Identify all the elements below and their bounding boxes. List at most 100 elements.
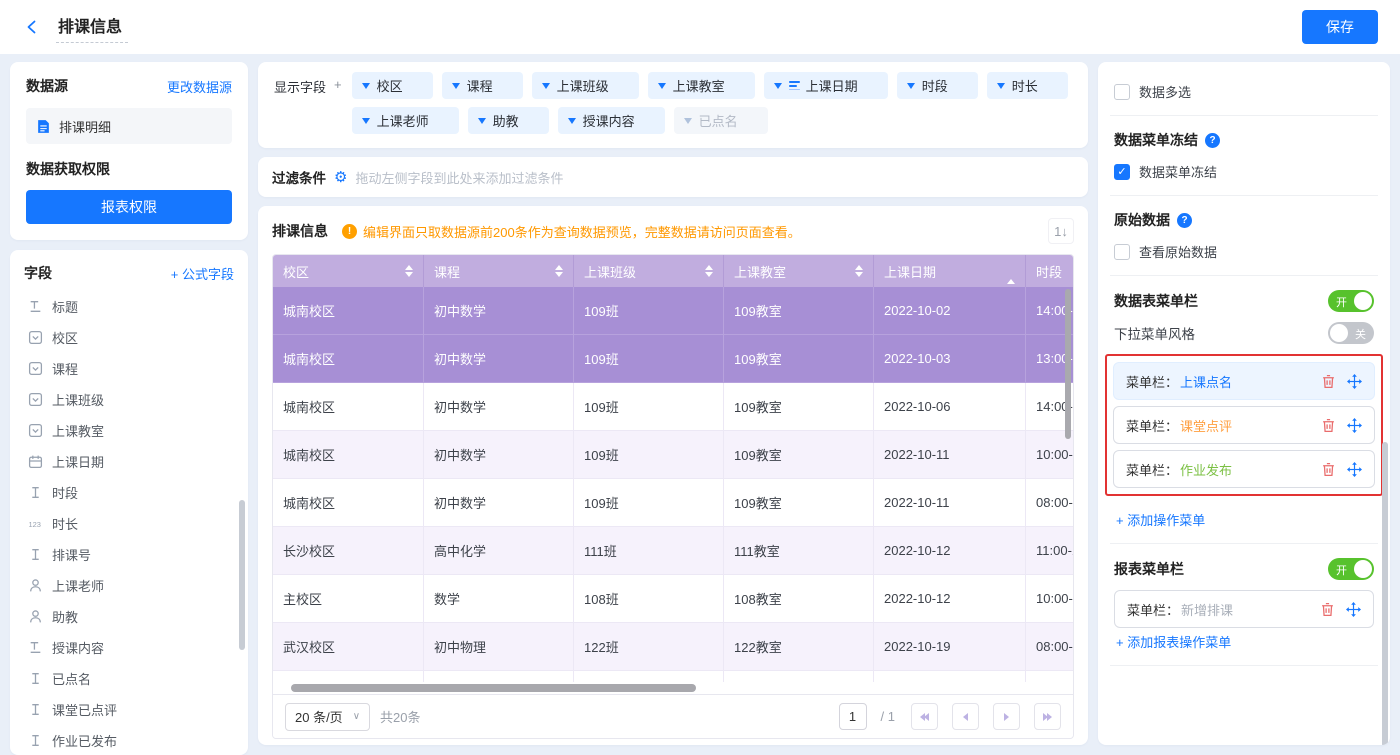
last-page-button[interactable]: [1034, 703, 1061, 730]
table-row[interactable]: 城南校区初中数学109班109教室2022-10-1108:00-0: [273, 479, 1073, 527]
table-row[interactable]: 城南校区初中数学109班109教室2022-10-1110:00-1: [273, 431, 1073, 479]
add-action-menu-link[interactable]: + 添加操作菜单: [1116, 510, 1205, 529]
menu-bar-item-prefix: 菜单栏：: [1127, 600, 1179, 619]
field-item[interactable]: 时段: [24, 477, 234, 508]
field-item[interactable]: 上课班级: [24, 384, 234, 415]
delete-icon[interactable]: [1321, 374, 1336, 389]
field-item-label: 已点名: [52, 669, 91, 688]
display-field-chip[interactable]: 上课日期: [764, 72, 888, 99]
change-datasource-link[interactable]: 更改数据源: [167, 77, 232, 96]
menu-freeze-option[interactable]: 数据菜单冻结: [1114, 162, 1374, 181]
add-display-field-button[interactable]: +: [334, 77, 342, 142]
display-field-chip[interactable]: 时长: [987, 72, 1068, 99]
datasource-item[interactable]: 排课明细: [26, 108, 232, 144]
raw-data-option[interactable]: 查看原始数据: [1114, 242, 1374, 261]
delete-icon[interactable]: [1321, 418, 1336, 433]
checkbox-unchecked-icon[interactable]: [1114, 244, 1130, 260]
report-menu-toggle[interactable]: 开: [1328, 558, 1374, 580]
display-field-chip[interactable]: 上课教室: [648, 72, 755, 99]
data-menu-toggle[interactable]: 开: [1328, 290, 1374, 312]
column-header[interactable]: 上课教室: [724, 255, 874, 287]
column-header[interactable]: 上课班级: [574, 255, 724, 287]
sort-icon[interactable]: [705, 265, 713, 277]
gear-icon[interactable]: ⚙: [334, 170, 347, 185]
field-item[interactable]: 排课号: [24, 539, 234, 570]
field-item[interactable]: 已点名: [24, 663, 234, 694]
display-field-chip[interactable]: 上课老师: [352, 107, 459, 134]
back-button[interactable]: [22, 17, 42, 37]
sort-ascending-icon[interactable]: [1007, 264, 1015, 279]
help-icon[interactable]: [1177, 213, 1192, 228]
delete-icon[interactable]: [1321, 462, 1336, 477]
fields-card: 字段 + 公式字段 标题校区课程上课班级上课教室上课日期时段123时长排课号上课…: [10, 250, 248, 755]
sort-icon[interactable]: [405, 265, 413, 277]
table-cell: 城南校区: [273, 383, 424, 430]
prev-page-button[interactable]: [952, 703, 979, 730]
move-icon[interactable]: [1346, 602, 1361, 617]
table-row[interactable]: 武汉校区初中物理122班122教室2022-10-1908:00-0: [273, 623, 1073, 671]
sort-icon[interactable]: [855, 265, 863, 277]
horizontal-scrollbar[interactable]: [291, 684, 696, 692]
menu-bar-item[interactable]: 菜单栏：作业发布: [1113, 450, 1375, 488]
field-item[interactable]: 123时长: [24, 508, 234, 539]
display-field-chip[interactable]: 上课班级: [532, 72, 639, 99]
display-field-chip[interactable]: 助教: [468, 107, 549, 134]
field-item[interactable]: 标题: [24, 291, 234, 322]
table-row[interactable]: 长沙校区高中化学111班111教室2022-10-1211:00-1: [273, 527, 1073, 575]
chevron-down-icon: [542, 83, 550, 89]
next-page-button[interactable]: [993, 703, 1020, 730]
settings-scrollbar[interactable]: [1382, 442, 1388, 745]
table-vertical-scrollbar[interactable]: [1065, 289, 1071, 439]
save-button[interactable]: 保存: [1302, 10, 1378, 44]
person-icon: [28, 578, 43, 593]
first-page-button[interactable]: [911, 703, 938, 730]
field-item[interactable]: 课堂已点评: [24, 694, 234, 725]
column-header[interactable]: 上课日期: [874, 255, 1026, 287]
field-item[interactable]: 上课教室: [24, 415, 234, 446]
menu-bar-item[interactable]: 菜单栏：课堂点评: [1113, 406, 1375, 444]
table-row[interactable]: 城南校区初中数学109班109教室2022-10-0313:00-1: [273, 335, 1073, 383]
sort-control-button[interactable]: 1↓: [1048, 218, 1074, 244]
field-item[interactable]: 助教: [24, 601, 234, 632]
current-page-input[interactable]: 1: [839, 703, 867, 730]
move-icon[interactable]: [1347, 374, 1362, 389]
move-icon[interactable]: [1347, 418, 1362, 433]
dropdown-style-toggle[interactable]: 关: [1328, 322, 1374, 344]
select-icon: [28, 392, 43, 407]
field-item[interactable]: 上课日期: [24, 446, 234, 477]
menu-bar-item[interactable]: 菜单栏：新增排课: [1114, 590, 1374, 628]
help-icon[interactable]: [1205, 133, 1220, 148]
table-row[interactable]: 城南校区初中数学109班109教室2022-10-0214:00-1: [273, 287, 1073, 335]
page-size-select[interactable]: 20 条/页 ∨: [285, 703, 370, 731]
add-report-menu-link[interactable]: + 添加报表操作菜单: [1116, 632, 1231, 651]
multi-select-option[interactable]: 数据多选: [1114, 82, 1374, 101]
table-cell: 主校区: [273, 575, 424, 622]
table-row[interactable]: 主校区数学108班108教室2022-10-1210:00-1: [273, 575, 1073, 623]
display-field-chip[interactable]: 课程: [442, 72, 523, 99]
field-item[interactable]: 课程: [24, 353, 234, 384]
display-field-chip[interactable]: 时段: [897, 72, 978, 99]
column-header[interactable]: 课程: [424, 255, 574, 287]
field-item[interactable]: 授课内容: [24, 632, 234, 663]
column-header[interactable]: 时段: [1026, 255, 1073, 287]
column-header[interactable]: 校区: [273, 255, 424, 287]
field-item[interactable]: 上课老师: [24, 570, 234, 601]
checkbox-unchecked-icon[interactable]: [1114, 84, 1130, 100]
filter-dropzone-placeholder[interactable]: 拖动左侧字段到此处来添加过滤条件: [355, 168, 563, 187]
field-item[interactable]: 作业已发布: [24, 725, 234, 755]
display-field-chip[interactable]: 校区: [352, 72, 433, 99]
field-item[interactable]: 校区: [24, 322, 234, 353]
formula-field-link[interactable]: + 公式字段: [171, 264, 234, 283]
checkbox-checked-icon[interactable]: [1114, 164, 1130, 180]
table-row[interactable]: 城南校区初中数学109班109教室2022-10-0614:00-1: [273, 383, 1073, 431]
sort-icon[interactable]: [555, 265, 563, 277]
display-field-chip[interactable]: 授课内容: [558, 107, 665, 134]
chevron-down-icon: [907, 83, 915, 89]
delete-icon[interactable]: [1320, 602, 1335, 617]
menu-bar-item[interactable]: 菜单栏：上课点名: [1113, 362, 1375, 400]
table-cell: 11:00-1: [1026, 527, 1073, 574]
report-permission-button[interactable]: 报表权限: [26, 190, 232, 224]
move-icon[interactable]: [1347, 462, 1362, 477]
fields-scrollbar[interactable]: [239, 500, 245, 650]
display-field-chip[interactable]: 已点名: [674, 107, 768, 134]
